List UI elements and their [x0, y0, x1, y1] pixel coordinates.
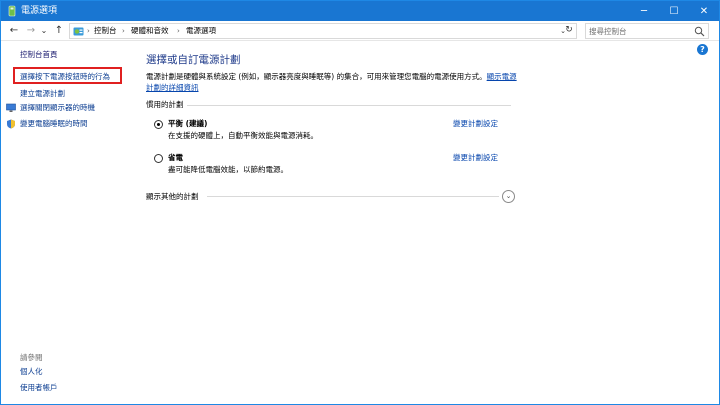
expand-chevron-icon[interactable]: ⌄ [502, 190, 515, 203]
sidebar-item-power-button-behavior[interactable]: 選擇按下電源按鈕時的行為 [20, 71, 110, 82]
breadcrumb-item-control-panel[interactable]: 控制台 [94, 25, 117, 37]
balanced-plan-name[interactable]: 平衡 (建議) [168, 118, 207, 129]
preferred-plans-label: 慣用的計劃 [146, 100, 184, 109]
recent-locations-button[interactable]: ⌄ [39, 23, 49, 39]
address-bar: ← → ⌄ ↑ › 控制台 › 硬體和音效 › 電源選項 ⌄ ↻ [1, 21, 719, 41]
see-also-label: 請參閱 [20, 353, 43, 362]
forward-button[interactable]: → [24, 23, 38, 39]
maximize-button[interactable]: ☐ [659, 1, 689, 21]
breadcrumb-item-power-options[interactable]: 電源選項 [186, 25, 216, 37]
breadcrumb-separator: › [122, 27, 125, 35]
control-panel-icon [73, 27, 84, 36]
monitor-icon [6, 103, 16, 112]
breadcrumb-item-hardware-sound[interactable]: 硬體和音效 [131, 25, 169, 37]
sidebar-item-control-panel-home[interactable]: 控制台首頁 [20, 49, 58, 60]
show-more-plans-label[interactable]: 顯示其他的計劃 [146, 191, 199, 202]
sidebar-item-computer-sleep-time[interactable]: 變更電腦睡眠的時間 [20, 118, 88, 129]
sidebar-item-personalization[interactable]: 個人化 [20, 366, 43, 377]
minimize-button[interactable]: ─ [629, 1, 659, 21]
search-input[interactable] [589, 25, 693, 37]
sleep-shield-icon [7, 119, 15, 129]
sidebar-item-create-power-plan[interactable]: 建立電源計劃 [20, 88, 65, 99]
page-description: 電源計劃是硬體與系統設定 (例如，顯示器亮度與睡眠等) 的集合，可用來管理您電腦… [146, 71, 518, 93]
up-button[interactable]: ↑ [52, 23, 66, 39]
power-saver-plan-description: 盡可能降低電腦效能，以節約電源。 [168, 165, 288, 174]
power-saver-plan-name[interactable]: 省電 [168, 152, 183, 163]
breadcrumb[interactable]: › 控制台 › 硬體和音效 › 電源選項 ⌄ [69, 23, 577, 39]
page-title: 選擇或自訂電源計劃 [146, 54, 241, 66]
power-options-window: 電源選項 ─ ☐ ✕ ← → ⌄ ↑ › 控制台 › 硬體和音效 › 電源選項 … [0, 0, 720, 405]
description-text: 電源計劃是硬體與系統設定 (例如，顯示器亮度與睡眠等) 的集合，可用來管理您電腦… [146, 72, 487, 81]
sidebar-item-display-off-time[interactable]: 選擇關閉顯示器的時機 [20, 102, 95, 113]
balanced-plan-description: 在支援的硬體上，自動平衡效能與電源消耗。 [168, 131, 318, 140]
title-bar: 電源選項 ─ ☐ ✕ [1, 1, 719, 21]
breadcrumb-separator: › [87, 27, 90, 35]
power-saver-change-settings-link[interactable]: 變更計劃設定 [453, 152, 498, 163]
power-options-icon [8, 5, 16, 17]
help-icon[interactable]: ? [697, 44, 708, 55]
power-saver-plan-radio[interactable] [154, 154, 163, 163]
search-box[interactable] [585, 23, 709, 39]
sidebar-item-user-accounts[interactable]: 使用者帳戶 [20, 382, 58, 393]
balanced-plan-radio[interactable] [154, 120, 163, 129]
back-button[interactable]: ← [7, 23, 21, 39]
search-icon[interactable] [694, 26, 705, 37]
section-divider [187, 105, 511, 106]
breadcrumb-separator: › [177, 27, 180, 35]
window-title: 電源選項 [21, 6, 58, 16]
balanced-change-settings-link[interactable]: 變更計劃設定 [453, 118, 498, 129]
refresh-icon[interactable]: ↻ [563, 24, 575, 36]
close-button[interactable]: ✕ [689, 1, 719, 21]
more-plans-divider [207, 196, 499, 197]
